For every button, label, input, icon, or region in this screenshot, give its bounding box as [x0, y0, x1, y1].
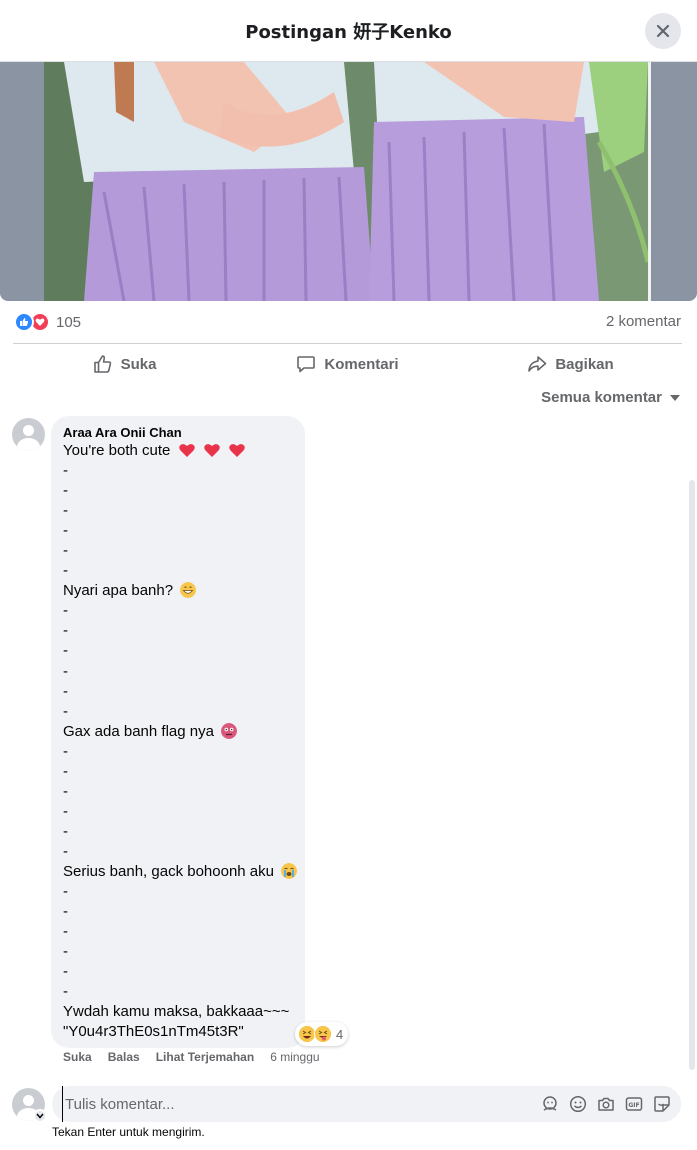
heart-emoji-icon	[229, 444, 245, 457]
comment-line: -	[63, 562, 68, 580]
caret-down-icon	[670, 394, 680, 401]
dialog-title: Postingan 妍子Kenko	[245, 21, 452, 43]
photo-divider	[648, 62, 651, 301]
comment-line: -	[63, 802, 68, 820]
heart-emoji-icon	[204, 444, 220, 457]
speech-bubble-icon	[297, 356, 316, 373]
comment-bubble: Araa Ara Onii Chan You're both cute - - …	[51, 416, 305, 1048]
share-button[interactable]: Bagikan	[459, 345, 682, 383]
comment-line: -	[63, 923, 68, 941]
comment-meta: Suka Balas Lihat Terjemahan 6 minggu	[63, 1050, 320, 1064]
comment-line: -	[63, 682, 68, 700]
grinning-emoji-icon	[180, 582, 197, 599]
reaction-summary[interactable]: 105	[14, 311, 81, 333]
comment-line: -	[63, 542, 68, 560]
svg-text:GIF: GIF	[628, 1102, 639, 1109]
comment-line: -	[63, 983, 68, 1001]
flushed-emoji-icon	[221, 722, 238, 739]
comment-line: -	[63, 782, 68, 800]
comment-sort-dropdown[interactable]: Semua komentar	[541, 389, 680, 406]
comment-line: Ywdah kamu maksa, bakkaaa~~~	[63, 1003, 290, 1021]
post-actions: Suka Komentari Bagikan	[13, 345, 682, 383]
comment-like-link[interactable]: Suka	[63, 1050, 92, 1064]
dialog-header: Postingan 妍子Kenko	[0, 0, 697, 62]
comment-line: You're both cute	[63, 441, 293, 461]
comment-text: You're both cute - - - - - - Nyari apa b…	[63, 441, 298, 1042]
commenter-avatar[interactable]	[12, 418, 45, 451]
smiley-icon	[569, 1095, 587, 1113]
composer-hint: Tekan Enter untuk mengirim.	[52, 1125, 205, 1139]
comment-composer: GIF	[52, 1086, 681, 1122]
share-arrow-icon	[528, 356, 547, 372]
sort-label: Semua komentar	[541, 389, 662, 406]
comment-line: -	[63, 602, 68, 620]
comment-input[interactable]	[62, 1086, 541, 1122]
translate-link[interactable]: Lihat Terjemahan	[156, 1050, 254, 1064]
scrollbar[interactable]	[689, 480, 695, 1070]
comment-line: Gax ada banh flag nya	[63, 722, 293, 742]
comment-line: -	[63, 762, 68, 780]
comment-line: -	[63, 482, 68, 500]
chevron-down-icon	[36, 1113, 44, 1119]
post-photo[interactable]	[44, 62, 648, 301]
comment-line: -	[63, 943, 68, 961]
composer-tools: GIF	[541, 1095, 671, 1113]
comment-line: -	[63, 702, 68, 720]
comment-reaction-count: 4	[336, 1026, 344, 1042]
crying-emoji-icon	[281, 862, 298, 879]
thumbs-up-icon	[93, 355, 111, 373]
comment-line: -	[63, 963, 68, 981]
close-icon	[656, 24, 670, 38]
comment-timestamp[interactable]: 6 minggu	[270, 1050, 319, 1064]
reaction-count: 105	[56, 313, 82, 331]
gif-icon: GIF	[625, 1097, 643, 1111]
share-label: Bagikan	[555, 355, 614, 373]
comment-button[interactable]: Komentari	[236, 345, 459, 383]
comment-line: Nyari apa banh?	[63, 581, 293, 601]
comment-line: -	[63, 522, 68, 540]
comment-line: -	[63, 642, 68, 660]
avatar-dropdown-badge[interactable]	[33, 1109, 47, 1123]
like-button[interactable]: Suka	[13, 345, 236, 383]
post-photo-container	[0, 62, 697, 301]
like-reaction-icon	[14, 312, 34, 332]
comment-line: -	[63, 822, 68, 840]
comment-line: -	[63, 462, 68, 480]
gif-button[interactable]: GIF	[625, 1095, 643, 1113]
comment-line: Serius banh, gack bohoonh aku	[63, 862, 298, 882]
like-label: Suka	[120, 355, 157, 373]
divider	[13, 343, 682, 344]
comment-line: -	[63, 502, 68, 520]
sticker-icon	[654, 1096, 670, 1112]
comment-line: -	[63, 842, 68, 860]
comment-line: -	[63, 883, 68, 901]
emoji-button[interactable]	[569, 1095, 587, 1113]
comment-line: -	[63, 662, 68, 680]
photo-illustration	[44, 62, 648, 301]
comment-reactions[interactable]: 4	[295, 1022, 349, 1046]
comment-reply-link[interactable]: Balas	[108, 1050, 140, 1064]
camera-icon	[598, 1097, 614, 1111]
tongue-emoji-icon	[314, 1025, 332, 1043]
comment-line: -	[63, 622, 68, 640]
comment-count-link[interactable]: 2 komentar	[606, 313, 681, 330]
comment-line: -	[63, 742, 68, 760]
avatar-sticker-button[interactable]	[541, 1095, 559, 1113]
sticker-button[interactable]	[653, 1095, 671, 1113]
avatar-sticker-icon	[543, 1096, 557, 1111]
heart-emoji-icon	[178, 444, 195, 457]
comment-label: Komentari	[324, 355, 399, 373]
comment-line: "Y0u4r3ThE0s1nTm45t3R"	[63, 1023, 244, 1041]
close-button[interactable]	[645, 13, 681, 49]
comment-author[interactable]: Araa Ara Onii Chan	[63, 425, 293, 441]
photo-button[interactable]	[597, 1095, 615, 1113]
comment-line: -	[63, 903, 68, 921]
